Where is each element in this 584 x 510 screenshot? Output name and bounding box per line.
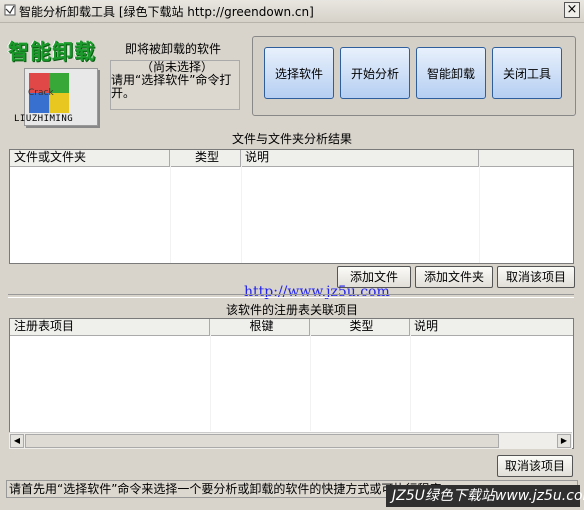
smart-uninstall-button[interactable]: 智能卸载 [416, 47, 486, 99]
registry-list[interactable]: 注册表项目 根键 类型 说明 [9, 318, 574, 449]
column-header-description[interactable]: 说明 [241, 150, 479, 166]
registry-section-title: 该软件的注册表关联项目 [225, 303, 358, 317]
title-bar[interactable]: 智能分析卸载工具 [绿色下载站 http://greendown.cn] × [0, 0, 584, 23]
app-icon [4, 4, 16, 16]
registry-list-header: 注册表项目 根键 类型 说明 [10, 319, 573, 336]
app-window: 智能分析卸载工具 [绿色下载站 http://greendown.cn] × 智… [0, 0, 584, 510]
logo-tag: Crack [28, 88, 54, 98]
scroll-right-icon[interactable]: ▶ [557, 434, 571, 448]
files-section-title: 文件与文件夹分析结果 [231, 132, 352, 146]
select-software-button[interactable]: 选择软件 [264, 47, 334, 99]
column-header-registry-description[interactable]: 说明 [410, 319, 573, 335]
app-logo: 智能卸载 Crack LIUZHIMING [6, 36, 104, 128]
column-header-root-key[interactable]: 根键 [210, 319, 310, 335]
logo-title: 智能卸载 [8, 40, 96, 64]
column-header-registry-type[interactable]: 类型 [310, 319, 410, 335]
add-folder-button[interactable]: 添加文件夹 [415, 266, 493, 288]
status-line-2: 请用“选择软件”命令打开。 [111, 73, 232, 100]
target-software-status: （尚未选择） 请用“选择软件”命令打开。 [110, 60, 240, 110]
remove-file-item-button[interactable]: 取消该项目 [497, 266, 575, 288]
remove-registry-item-button[interactable]: 取消该项目 [497, 455, 573, 477]
column-header-registry-item[interactable]: 注册表项目 [10, 319, 210, 335]
column-header-type[interactable]: 类型 [170, 150, 241, 166]
window-title: 智能分析卸载工具 [绿色下载站 http://greendown.cn] [19, 5, 314, 19]
close-tool-button[interactable]: 关闭工具 [492, 47, 562, 99]
scroll-thumb[interactable] [25, 434, 499, 448]
horizontal-scrollbar[interactable]: ◀ ▶ [9, 432, 572, 449]
section-divider [8, 294, 574, 298]
logo-author: LIUZHIMING [14, 114, 74, 124]
column-header-file[interactable]: 文件或文件夹 [10, 150, 170, 166]
close-window-button[interactable]: × [564, 2, 580, 18]
watermark: JZ5U绿色下载站www.jz5u.com [386, 485, 584, 507]
files-list-header: 文件或文件夹 类型 说明 [10, 150, 573, 167]
start-analysis-button[interactable]: 开始分析 [340, 47, 410, 99]
target-software-label: 即将被卸载的软件 [125, 42, 222, 56]
scroll-left-icon[interactable]: ◀ [10, 434, 24, 448]
files-list[interactable]: 文件或文件夹 类型 说明 [9, 149, 574, 264]
